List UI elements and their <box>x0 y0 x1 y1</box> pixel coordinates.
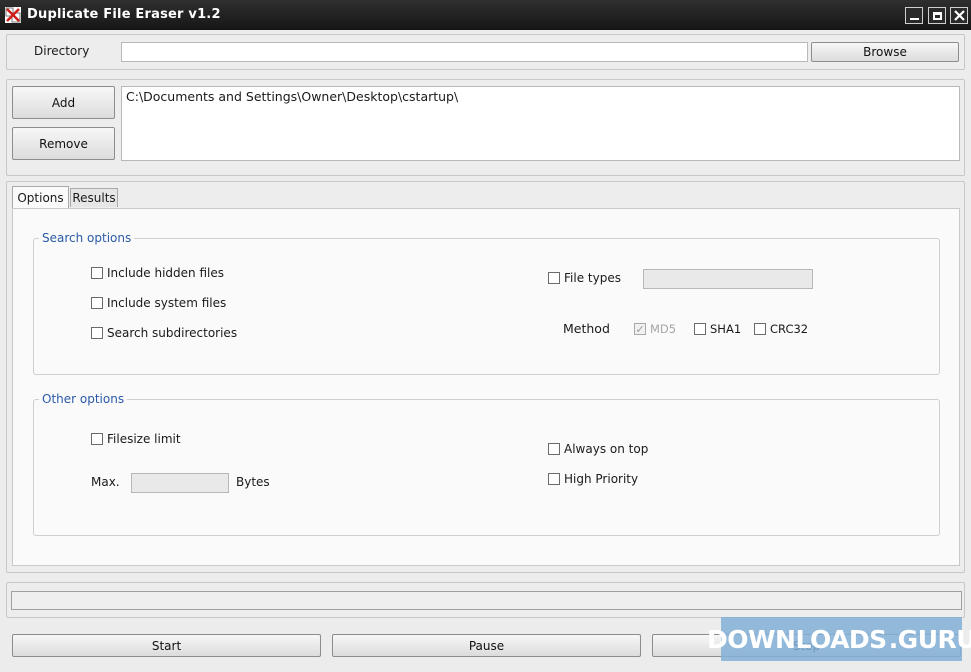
md5-checkbox[interactable]: ✓ <box>634 323 646 336</box>
watermark-suffix: .GURU <box>888 624 971 654</box>
window-title: Duplicate File Eraser v1.2 <box>27 7 221 22</box>
remove-button[interactable]: Remove <box>12 127 115 160</box>
minimize-button[interactable] <box>905 7 923 24</box>
include-hidden-label: Include hidden files <box>107 266 224 280</box>
search-subdirectories-checkbox[interactable] <box>91 327 103 339</box>
file-types-input[interactable] <box>643 269 813 289</box>
browse-button[interactable]: Browse <box>811 42 959 62</box>
file-types-checkbox[interactable] <box>548 272 560 284</box>
watermark-text: DOWNLOADS <box>706 624 887 654</box>
always-on-top-label: Always on top <box>564 442 649 456</box>
crc32-label: CRC32 <box>770 322 809 336</box>
pause-button[interactable]: Pause <box>332 634 641 657</box>
file-types-label: File types <box>564 271 621 285</box>
crc32-checkbox[interactable] <box>754 323 766 335</box>
progress-bar <box>11 591 962 610</box>
minimize-icon <box>909 18 919 20</box>
directory-label: Directory <box>34 44 90 58</box>
search-options-title: Search options <box>39 231 135 245</box>
tab-results[interactable]: Results <box>70 188 118 207</box>
sha1-label: SHA1 <box>710 322 742 336</box>
max-label: Max. <box>91 475 120 489</box>
close-icon <box>953 10 965 21</box>
high-priority-checkbox[interactable] <box>548 473 560 485</box>
checkmark-icon: ✓ <box>635 323 645 336</box>
md5-label: MD5 <box>650 322 677 336</box>
filesize-limit-checkbox[interactable] <box>91 433 103 445</box>
other-options-group <box>33 399 940 536</box>
folder-list-item[interactable]: C:\Documents and Settings\Owner\Desktop\… <box>126 89 955 104</box>
downloads-guru-watermark: DOWNLOADS .GURU <box>707 617 971 661</box>
bytes-label: Bytes <box>236 475 270 489</box>
include-system-label: Include system files <box>107 296 227 310</box>
directory-input[interactable] <box>121 42 808 62</box>
always-on-top-checkbox[interactable] <box>548 443 560 455</box>
include-system-checkbox[interactable] <box>91 297 103 309</box>
high-priority-label: High Priority <box>564 472 639 486</box>
maximize-button[interactable] <box>928 7 946 24</box>
folder-list[interactable]: C:\Documents and Settings\Owner\Desktop\… <box>121 86 960 161</box>
method-label: Method <box>563 321 610 336</box>
maximize-icon <box>932 11 942 20</box>
other-options-title: Other options <box>39 392 128 406</box>
close-button[interactable] <box>950 7 968 24</box>
max-size-input[interactable] <box>131 473 229 493</box>
filesize-limit-label: Filesize limit <box>107 432 181 446</box>
title-bar: Duplicate File Eraser v1.2 <box>0 0 971 30</box>
sha1-checkbox[interactable] <box>694 323 706 335</box>
start-button[interactable]: Start <box>12 634 321 657</box>
tab-options[interactable]: Options <box>12 186 69 209</box>
search-subdirectories-label: Search subdirectories <box>107 326 238 340</box>
add-button[interactable]: Add <box>12 86 115 119</box>
app-icon <box>4 6 22 24</box>
include-hidden-checkbox[interactable] <box>91 267 103 279</box>
